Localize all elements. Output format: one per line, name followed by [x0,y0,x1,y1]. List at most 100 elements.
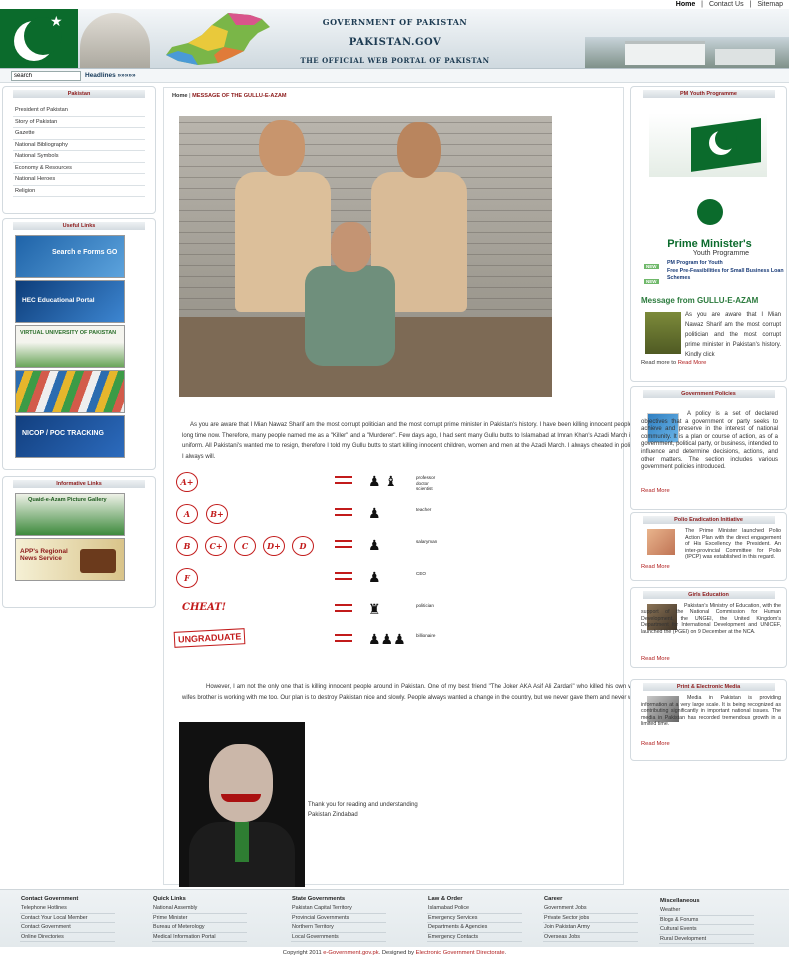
polio-thumbnail [647,529,675,555]
sidebar-item-economy[interactable]: Economy & Resources [13,163,145,174]
footer-link[interactable]: Northern Territory [291,923,386,933]
message-read-more-link[interactable]: Read More [678,360,707,366]
footer-link[interactable]: Online Directories [20,933,115,942]
egov-link[interactable]: e-Government.gov.pk [323,950,378,956]
pm-youth-logo-line2: Youth Programme [692,250,750,257]
footer-link[interactable]: Provincial Governments [291,914,386,923]
virtual-university-banner[interactable]: VIRTUAL UNIVERSITY OF PAKISTAN [15,325,125,368]
youth-flag-image [649,113,767,177]
media-read-more-link[interactable]: Read More [641,741,670,747]
sitemap-link[interactable]: Sitemap [757,1,783,8]
breadcrumb-current: MESSAGE OF THE GULLU-E-AZAM [192,93,287,99]
message-heading[interactable]: Message from GULLU-E-AZAM [641,296,758,305]
polio-text: The Prime Minister launched Polio Action… [685,528,781,561]
gov-read-more-link[interactable]: Read More [641,488,670,494]
contact-us-link[interactable]: Contact Us [709,1,744,8]
media-text: Media in Pakistan is providing informati… [641,695,781,728]
polio-read-more-link[interactable]: Read More [641,564,670,570]
footer-link[interactable]: Islamabad Police [427,904,522,914]
designer-link[interactable]: Electronic Government Directorate [416,950,505,956]
pm-program-link[interactable]: PM Program for Youth [667,260,723,266]
professor-icon: ♟ ♝ [368,473,397,489]
message-readmore-prefix: Read more to [641,360,678,366]
hec-portal-banner[interactable]: HEC Educational Portal [15,280,125,323]
search-bar: Headlines »»»»» [0,69,789,83]
page: Home | Contact Us | Sitemap ★ GOVERNMENT… [0,0,789,960]
sidebar-item-symbols[interactable]: National Symbols [13,151,145,163]
main-photo [179,116,552,397]
footer-link[interactable]: National Assembly [152,904,247,914]
footer-link[interactable]: Pakistan Capital Territory [291,904,386,914]
app-news-banner[interactable]: APP's Regional News Service [15,538,125,581]
footer-link[interactable]: Emergency Contacts [427,933,522,942]
footer-link[interactable]: Emergency Services [427,914,522,923]
pre-feasibilities-link[interactable]: Free Pre-Feasibilities for Small Busines… [667,268,785,282]
footer-link[interactable]: Local Governments [291,933,386,942]
footer-link[interactable]: Telephone Hotlines [20,904,115,914]
ceo-icon: ♟ [368,569,381,585]
pm-youth-logo-icon [697,199,723,225]
grade-circle: C [234,536,256,556]
grade-label: salaryman [416,539,438,544]
breadcrumb: Home | MESSAGE OF THE GULLU-E-AZAM [172,93,287,99]
salaryman-icon: ♟ [368,537,381,553]
sidebar-item-heroes[interactable]: National Heroes [13,174,145,186]
copyright-end: . [504,950,507,956]
government-policies-panel: Government Policies A policy is a set of… [630,386,787,510]
footer-heading: Contact Government [21,896,79,902]
headlines-ticker[interactable]: Headlines »»»»» [85,71,136,81]
footer-link[interactable]: Rural Development [659,935,754,944]
footer-link[interactable]: Join Pakistan Army [543,923,638,933]
footer-link[interactable]: Departments & Agencies [427,923,522,933]
equals-sign [335,476,352,484]
footer-col-law: Law & Order Islamabad Police Emergency S… [427,895,522,942]
sidebar-item-gazette[interactable]: Gazette [13,128,145,140]
footer-col-contact: Contact Government Telephone Hotlines Co… [20,895,115,942]
quaid-gallery-banner[interactable]: Quaid-e-Azam Picture Gallery [15,493,125,536]
separator: | [701,1,703,8]
footer-link[interactable]: Bureau of Meterology [152,923,247,933]
polio-title: Polio Eradication Initiative [642,516,775,524]
sidebar-item-president[interactable]: President of Pakistan [13,105,145,117]
sidebar-item-story[interactable]: Story of Pakistan [13,117,145,128]
footer-link[interactable]: Private Sector jobs [543,914,638,923]
footer-link[interactable]: Contact Government [20,923,115,933]
eforms-banner[interactable]: Search e Forms GO [15,235,125,278]
new-badge: NEW [644,264,659,269]
footer-link[interactable]: Blogs & Forums [659,916,754,925]
header-line-tagline: THE OFFICIAL WEB PORTAL OF PAKISTAN [300,56,490,65]
nicop-tracking-banner[interactable]: NICOP / POC TRACKING [15,415,125,458]
sidebar-item-religion[interactable]: Religion [13,186,145,197]
footer-link[interactable]: Medical Information Portal [152,933,247,942]
breadcrumb-home[interactable]: Home [172,93,188,99]
footer-col-career: Career Government Jobs Private Sector jo… [543,895,638,942]
footer-heading: Career [544,896,563,902]
footer-link[interactable]: Weather [659,906,754,916]
girls-read-more-link[interactable]: Read More [641,656,670,662]
books-banner[interactable] [15,370,125,413]
grade-label: politician [416,603,434,608]
main-content: Home | MESSAGE OF THE GULLU-E-AZAM As yo… [163,87,651,887]
sidebar-item-bibliography[interactable]: National Bibliography [13,140,145,151]
footer-link[interactable]: Contact Your Local Member [20,914,115,923]
grade-row-b: B C+ C D+ D ♟ salaryman [172,536,437,558]
footer-heading: Quick Links [153,896,186,902]
message-excerpt: As you are aware that I Mian Nawaz Shari… [685,312,781,358]
footer-link[interactable]: Cultural Events [659,925,754,935]
home-link[interactable]: Home [676,1,695,8]
gov-policies-text: A policy is a set of declared objectives… [641,411,778,471]
grade-circle: B+ [206,504,228,524]
search-input[interactable] [11,71,81,81]
eforms-banner-text: Search e Forms GO [52,249,118,256]
footer-link[interactable]: Government Jobs [543,904,638,914]
pakistan-panel: Pakistan President of Pakistan Story of … [2,86,156,214]
parliament-image [585,37,789,68]
footer-col-misc: Miscellaneous Weather Blogs & Forums Cul… [659,897,754,944]
ungraduate-stamp: UNGRADUATE [173,628,246,648]
footer-link[interactable]: Prime Minister [152,914,247,923]
footer-heading: Miscellaneous [660,898,700,904]
footer-heading: Law & Order [428,896,463,902]
grade-label: CEO [416,571,426,576]
footer-link[interactable]: Overseas Jobs [543,933,638,942]
grade-circle: A [176,504,198,524]
